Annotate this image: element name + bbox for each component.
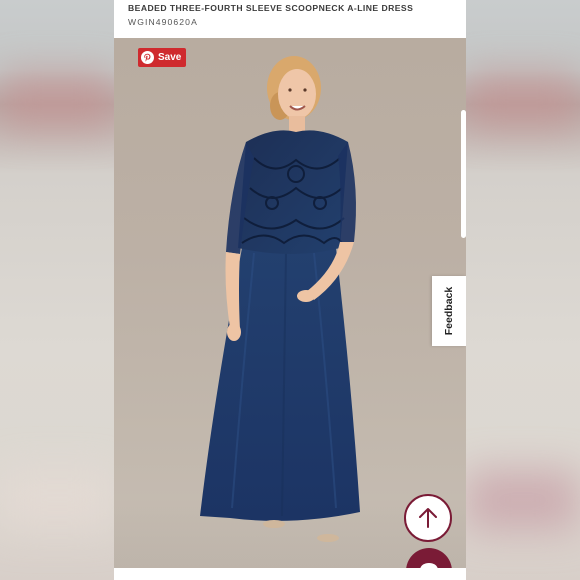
product-image[interactable]: Save Feedback [114,38,466,568]
product-sku: WGIN490620A [128,17,198,27]
model-illustration [200,56,360,542]
pinterest-save-button[interactable]: Save [138,48,187,67]
feedback-label: Feedback [443,286,456,336]
arrow-up-icon [419,508,437,528]
pinterest-icon [141,51,154,64]
product-title: BEADED THREE-FOURTH SLEEVE SCOOPNECK A-L… [128,3,414,13]
feedback-tab[interactable]: Feedback [432,276,466,346]
back-to-top-button[interactable] [404,494,452,542]
product-panel: BEADED THREE-FOURTH SLEEVE SCOOPNECK A-L… [114,0,466,580]
bottom-bar [114,568,466,580]
product-header: BEADED THREE-FOURTH SLEEVE SCOOPNECK A-L… [114,0,466,38]
pinterest-save-label: Save [158,52,182,63]
chat-bubble-icon [420,563,438,568]
scroll-indicator[interactable] [461,110,466,238]
